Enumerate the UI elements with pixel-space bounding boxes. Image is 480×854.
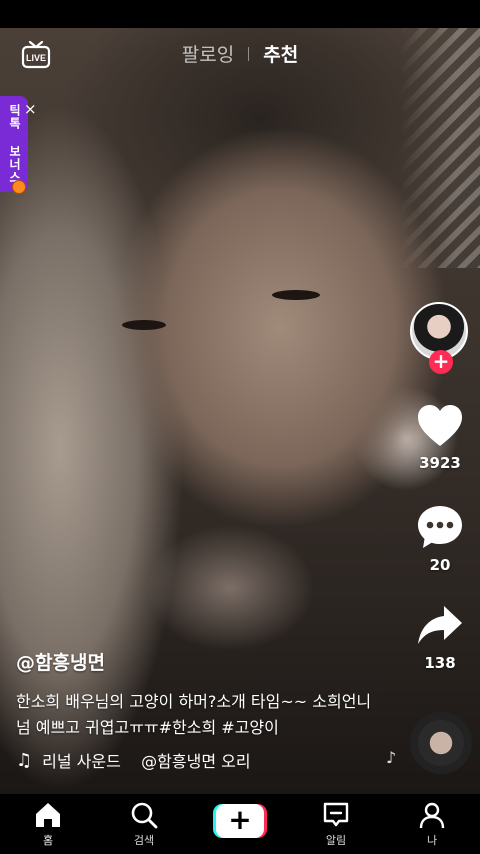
create-button[interactable]: + [213,804,267,838]
video-content [272,290,320,300]
music-title: 리널 사운드 @함흥냉면 오리 [42,752,251,771]
like-button[interactable]: 3923 [400,404,480,472]
plus-icon: + [216,804,264,838]
nav-search-label: 검색 [133,834,155,847]
video-caption: @함흥냉면 한소희 배우님의 고양이 하머?소개 타임~~ 소희언니 넘 예쁘고… [16,648,386,741]
music-ticker[interactable]: ♫ 리널 사운드 @함흥냉면 오리 [16,748,276,772]
nav-profile[interactable]: 나 [384,794,480,854]
search-icon [131,802,158,829]
nav-home-label: 홈 [42,834,54,847]
nav-search[interactable]: 검색 [96,794,192,854]
tab-following[interactable]: 팔로잉 [182,40,234,67]
nav-inbox[interactable]: 알림 [288,794,384,854]
pumpkin-icon [12,180,26,194]
comment-button[interactable]: 20 [400,504,480,574]
music-disc-icon[interactable] [410,712,472,774]
video-content [122,320,166,330]
share-count: 138 [424,654,456,672]
close-icon[interactable]: × [24,100,37,118]
floating-notes-icon: ♪ [386,748,397,767]
home-icon [36,803,60,827]
status-bar [0,0,480,28]
tab-for-you[interactable]: 추천 [263,40,298,67]
author-handle[interactable]: @함흥냉면 [16,648,386,675]
nav-inbox-label: 알림 [325,834,347,847]
heart-icon [418,405,462,446]
bottom-nav: 홈 검색 + 알림 나 [0,794,480,854]
follow-button[interactable]: + [429,350,453,374]
share-button[interactable]: 138 [400,604,480,672]
inbox-message-icon [323,802,349,827]
top-tabs: 팔로잉 추천 [0,40,480,67]
share-arrow-icon [418,606,462,644]
nav-home[interactable]: 홈 [0,794,96,854]
tab-divider [248,46,250,61]
profile-icon [419,802,445,829]
music-note-icon: ♫ [16,749,33,771]
comment-count: 20 [429,556,451,574]
comment-bubble-icon [418,506,462,548]
caption-text[interactable]: 한소희 배우님의 고양이 하머?소개 타임~~ 소희언니 넘 예쁘고 귀엽고ㅠㅠ… [16,689,386,741]
creator-avatar-button[interactable]: + [410,302,470,374]
bonus-banner-label: 틱톡 보너스 [7,104,22,184]
nav-create[interactable]: + [192,794,288,854]
like-count: 3923 [419,454,461,472]
nav-profile-label: 나 [426,834,438,847]
